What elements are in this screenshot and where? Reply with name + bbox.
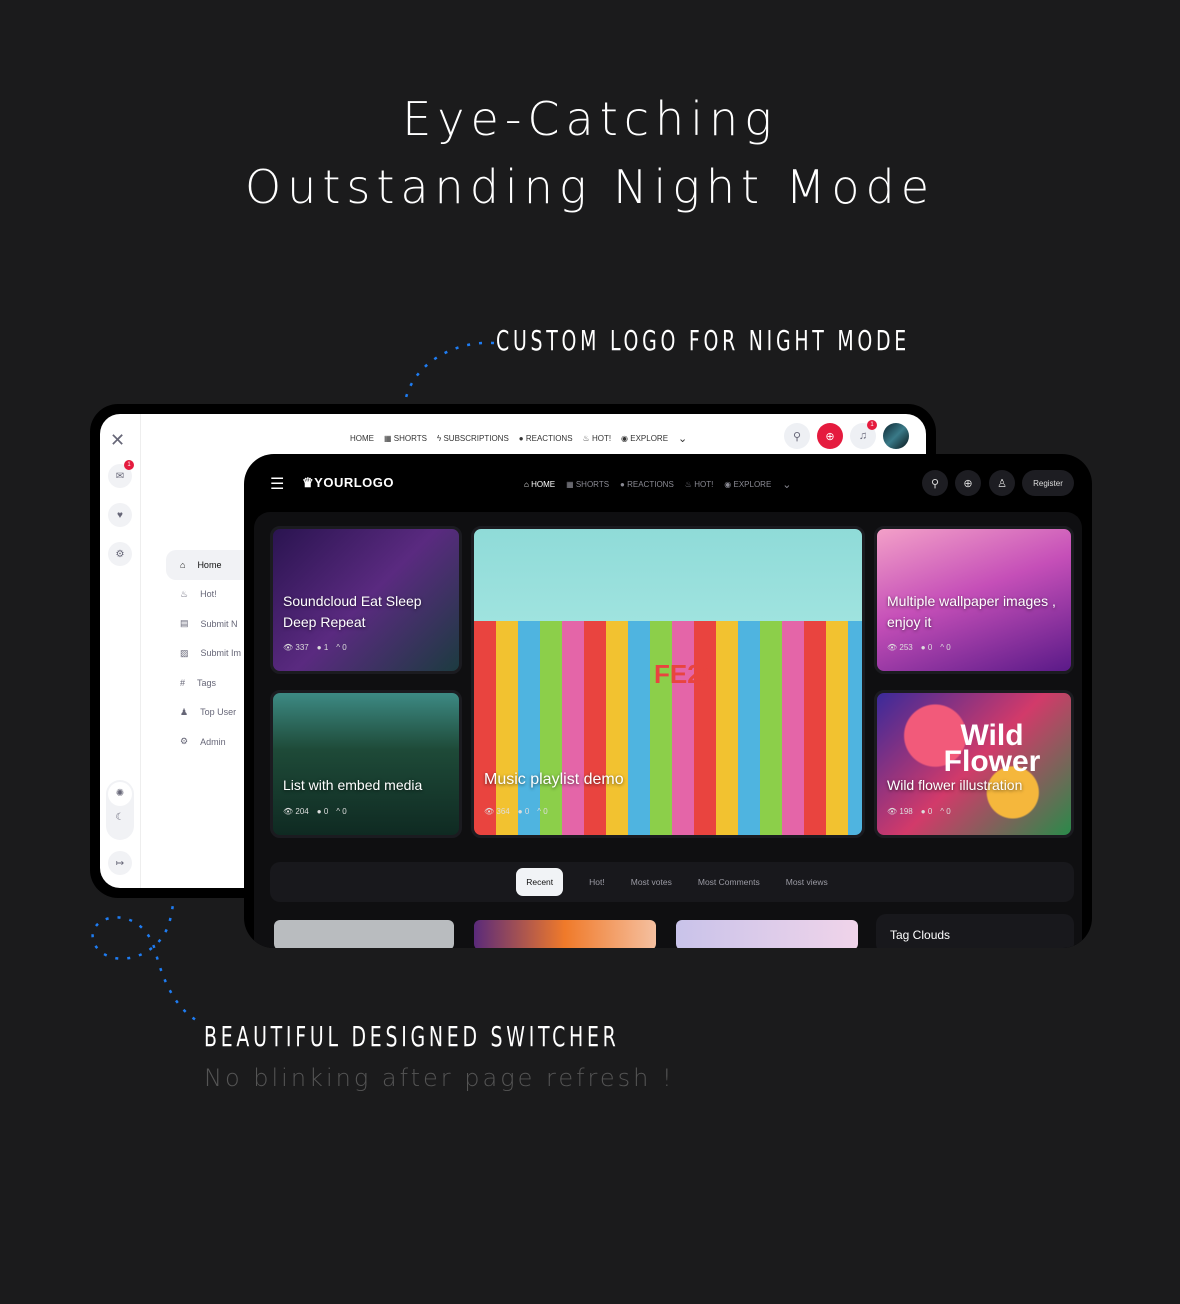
nav-reactions[interactable]: ● REACTIONS bbox=[519, 434, 573, 443]
post-thumb[interactable] bbox=[676, 920, 858, 948]
nav-subscriptions[interactable]: ϟ SUBSCRIPTIONS bbox=[437, 434, 509, 443]
tab-most-comments[interactable]: Most Comments bbox=[698, 877, 760, 887]
dark-nav: ⌂ HOME ▦ SHORTS ● REACTIONS ♨ HOT! ◉ EXP… bbox=[524, 478, 792, 491]
post-card-featured[interactable]: FE21 Music playlist demo 👁 364 ● 0 ^ 0 bbox=[471, 526, 865, 838]
sun-icon[interactable]: ✺ bbox=[108, 782, 132, 806]
image-text: Wild Flower bbox=[943, 719, 1041, 778]
chevron-down-icon[interactable]: ⌄ bbox=[678, 432, 687, 445]
avatar[interactable] bbox=[883, 423, 909, 449]
post-thumb[interactable] bbox=[474, 920, 656, 948]
widget-title: Tag Clouds bbox=[890, 928, 951, 942]
nav-hot[interactable]: ♨ HOT! bbox=[685, 480, 714, 489]
post-card[interactable]: Multiple wallpaper images , enjoy it 👁 2… bbox=[874, 526, 1074, 674]
tab-most-views[interactable]: Most views bbox=[786, 877, 828, 887]
nav-reactions[interactable]: ● REACTIONS bbox=[620, 480, 674, 489]
post-card[interactable]: Soundcloud Eat Sleep Deep Repeat 👁 337 ● … bbox=[270, 526, 462, 674]
theme-switcher[interactable]: ✺ ☾ bbox=[106, 780, 134, 840]
nav-explore[interactable]: ◉ EXPLORE bbox=[724, 480, 771, 489]
moon-icon[interactable]: ☾ bbox=[106, 812, 134, 823]
nav-explore[interactable]: ◉ EXPLORE bbox=[621, 434, 668, 443]
tag-cloud-widget: Tag Clouds bbox=[876, 914, 1074, 948]
heart-icon[interactable]: ♥ bbox=[108, 503, 132, 527]
dark-mode-window: ☰ ♛YOURLOGO ⌂ HOME ▦ SHORTS ● REACTIONS … bbox=[244, 454, 1092, 948]
chevron-down-icon[interactable]: ⌄ bbox=[782, 478, 791, 491]
user-icon[interactable]: ♙ bbox=[989, 470, 1015, 496]
gear-icon[interactable]: ⚙ bbox=[108, 542, 132, 566]
hamburger-icon[interactable]: ☰ bbox=[270, 474, 284, 494]
nav-home[interactable]: HOME bbox=[350, 434, 374, 443]
logo[interactable]: ♛YOURLOGO bbox=[302, 475, 394, 491]
nav-shorts[interactable]: ▦ SHORTS bbox=[566, 480, 609, 489]
light-nav: HOME ▦ SHORTS ϟ SUBSCRIPTIONS ● REACTION… bbox=[350, 432, 687, 445]
add-post-button[interactable]: ⊕ bbox=[817, 423, 843, 449]
post-card[interactable]: List with embed media 👁 204 ● 0 ^ 0 bbox=[270, 690, 462, 838]
add-post-button[interactable]: ⊕ bbox=[955, 470, 981, 496]
callout-switcher-sub: No blinking after page refresh ! bbox=[204, 1064, 675, 1092]
tab-recent[interactable]: Recent bbox=[516, 868, 564, 896]
register-button[interactable]: Register bbox=[1022, 470, 1074, 496]
search-icon[interactable]: ⚲ bbox=[922, 470, 948, 496]
callout-switcher: BEAUTIFUL DESIGNED SWITCHER bbox=[204, 1020, 620, 1053]
nav-home[interactable]: ⌂ HOME bbox=[524, 480, 555, 489]
mail-icon[interactable]: ✉ 1 bbox=[108, 460, 134, 488]
search-icon[interactable]: ⚲ bbox=[784, 423, 810, 449]
logout-icon[interactable]: ↦ bbox=[108, 851, 132, 875]
sort-tabs: Recent Hot! Most votes Most Comments Mos… bbox=[270, 862, 1074, 902]
post-thumb[interactable] bbox=[274, 920, 454, 948]
post-card[interactable]: Wild Flower Wild flower illustration 👁 1… bbox=[874, 690, 1074, 838]
tab-hot[interactable]: Hot! bbox=[589, 877, 605, 887]
image-text: FE21 bbox=[654, 659, 717, 689]
close-icon[interactable]: ✕ bbox=[110, 430, 125, 451]
tab-most-votes[interactable]: Most votes bbox=[631, 877, 672, 887]
bell-icon[interactable]: ♫ 1 bbox=[850, 420, 877, 449]
nav-shorts[interactable]: ▦ SHORTS bbox=[384, 434, 427, 443]
nav-hot[interactable]: ♨ HOT! bbox=[583, 434, 612, 443]
